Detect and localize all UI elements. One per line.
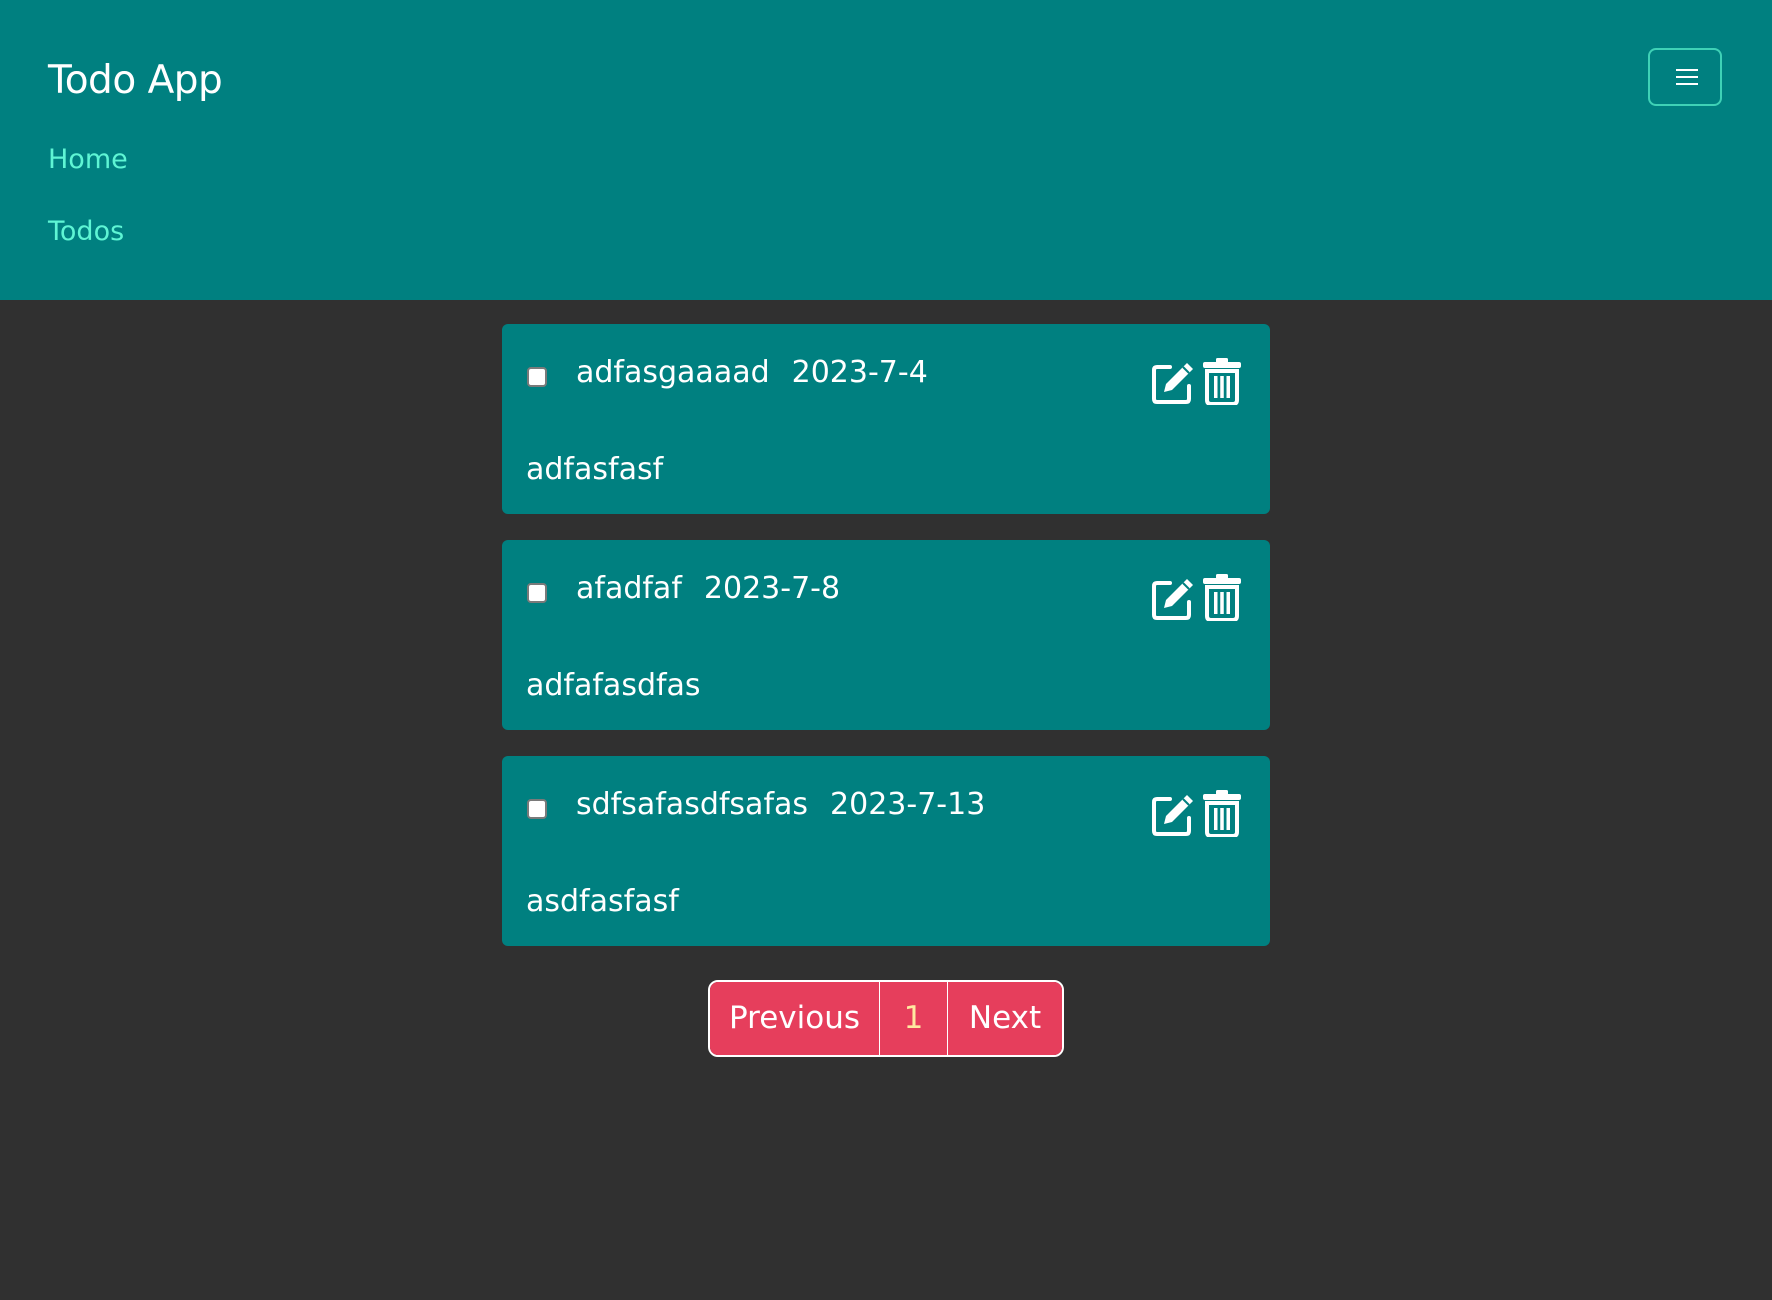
todo-date: 2023-7-8 <box>703 571 841 606</box>
nav-link-todos[interactable]: Todos <box>48 214 124 250</box>
todo-card: adfasgaaaad 2023-7-4 adfasfasf <box>502 324 1270 514</box>
hamburger-menu-icon <box>1676 69 1698 71</box>
todo-title-row: sdfsafasdfsafas 2023-7-13 <box>576 785 985 825</box>
todo-title-row: afadfaf 2023-7-8 <box>576 569 840 609</box>
todo-title-row: adfasgaaaad 2023-7-4 <box>576 353 928 393</box>
nav-link-home[interactable]: Home <box>48 142 128 178</box>
todo-date: 2023-7-4 <box>791 355 928 390</box>
navbar-toggler-button[interactable] <box>1648 48 1722 106</box>
todo-title: adfasgaaaad <box>576 355 770 390</box>
todo-description: adfafasdfas <box>526 668 701 703</box>
todo-checkbox[interactable] <box>527 799 547 819</box>
todo-title: afadfaf <box>576 571 682 606</box>
edit-pencil-icon[interactable] <box>1150 576 1196 622</box>
pagination-page-1[interactable]: 1 <box>880 982 948 1055</box>
edit-pencil-icon[interactable] <box>1150 792 1196 838</box>
navbar: Todo App Home Todos <box>0 0 1772 300</box>
todo-card: sdfsafasdfsafas 2023-7-13 asdfasfasf <box>502 756 1270 946</box>
brand-title[interactable]: Todo App <box>48 56 223 106</box>
pagination: Previous 1 Next <box>708 980 1064 1057</box>
todo-description: asdfasfasf <box>526 884 679 919</box>
hamburger-menu-icon-line <box>1676 83 1698 85</box>
trash-icon[interactable] <box>1202 357 1242 405</box>
hamburger-menu-icon-line <box>1676 76 1698 78</box>
todo-title: sdfsafasdfsafas <box>576 787 809 822</box>
todo-checkbox[interactable] <box>527 583 547 603</box>
pagination-previous-button[interactable]: Previous <box>710 982 880 1055</box>
todo-card: afadfaf 2023-7-8 adfafasdfas <box>502 540 1270 730</box>
edit-pencil-icon[interactable] <box>1150 360 1196 406</box>
todo-description: adfasfasf <box>526 452 664 487</box>
trash-icon[interactable] <box>1202 573 1242 621</box>
trash-icon[interactable] <box>1202 789 1242 837</box>
todo-date: 2023-7-13 <box>830 787 986 822</box>
pagination-next-button[interactable]: Next <box>948 982 1062 1055</box>
todo-checkbox[interactable] <box>527 367 547 387</box>
